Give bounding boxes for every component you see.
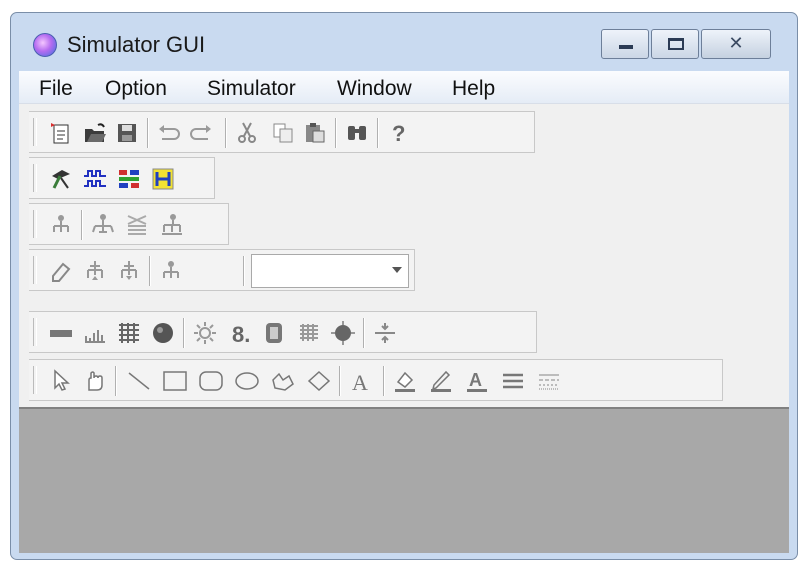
rectangle-icon[interactable] bbox=[161, 367, 189, 395]
maximize-icon bbox=[668, 38, 684, 50]
toolbar-separator bbox=[81, 210, 83, 240]
toolbar-separator bbox=[363, 318, 365, 348]
svg-text:A: A bbox=[352, 370, 368, 394]
toolbar-separator bbox=[383, 366, 385, 396]
digit-icon[interactable]: 8. bbox=[227, 319, 255, 347]
tree-collapse-icon[interactable] bbox=[123, 211, 151, 239]
line-color-icon[interactable] bbox=[427, 367, 455, 395]
open-folder-icon[interactable] bbox=[81, 119, 109, 147]
svg-text:A: A bbox=[469, 370, 482, 390]
move-down-icon[interactable] bbox=[115, 257, 143, 285]
chevron-down-icon[interactable] bbox=[392, 267, 402, 273]
toolbar-grip[interactable] bbox=[33, 318, 37, 346]
simulator-run-icon[interactable] bbox=[47, 165, 75, 193]
close-icon: ✕ bbox=[728, 33, 744, 53]
tree-root-icon[interactable] bbox=[47, 211, 75, 239]
hand-icon[interactable] bbox=[81, 367, 109, 395]
view-toolbar: 8. bbox=[29, 311, 537, 353]
rounded-rectangle-icon[interactable] bbox=[197, 367, 225, 395]
toolbar-separator bbox=[225, 118, 227, 148]
menu-window[interactable]: Window bbox=[337, 77, 412, 101]
font-color-icon[interactable]: A bbox=[463, 367, 491, 395]
toolbar-separator bbox=[147, 118, 149, 148]
sun-icon[interactable] bbox=[191, 319, 219, 347]
toolbar-grip[interactable] bbox=[33, 164, 37, 192]
copy-icon[interactable] bbox=[269, 119, 297, 147]
menu-option[interactable]: Option bbox=[105, 77, 167, 101]
new-file-icon[interactable] bbox=[47, 119, 75, 147]
fill-color-icon[interactable] bbox=[391, 367, 419, 395]
waveform-icon[interactable] bbox=[81, 165, 109, 193]
simulator-toolbar bbox=[29, 157, 215, 199]
draw-toolbar: A A bbox=[29, 359, 723, 401]
toolbar-separator bbox=[339, 366, 341, 396]
line-weight-icon[interactable] bbox=[499, 367, 527, 395]
toolbar-separator bbox=[377, 118, 379, 148]
redo-icon[interactable] bbox=[187, 119, 215, 147]
toolbar-separator bbox=[115, 366, 117, 396]
cut-icon[interactable] bbox=[233, 119, 261, 147]
find-icon[interactable] bbox=[343, 119, 371, 147]
node-select-dropdown[interactable] bbox=[251, 254, 409, 288]
window-title: Simulator GUI bbox=[67, 32, 206, 57]
toolbar-grip[interactable] bbox=[33, 366, 37, 394]
toolbar-grip[interactable] bbox=[33, 118, 37, 146]
minimize-button[interactable] bbox=[601, 29, 649, 59]
client-area: File Option Simulator Window Help ? 8. A… bbox=[19, 71, 789, 553]
bar-icon[interactable] bbox=[47, 319, 75, 347]
pattern-icon[interactable] bbox=[261, 319, 289, 347]
line-style-icon[interactable] bbox=[535, 367, 563, 395]
tree-toolbar bbox=[29, 203, 229, 245]
toolbar-separator bbox=[183, 318, 185, 348]
star-icon[interactable] bbox=[329, 319, 357, 347]
save-icon[interactable] bbox=[113, 119, 141, 147]
toolbar-separator bbox=[335, 118, 337, 148]
toolbar-separator bbox=[149, 256, 151, 286]
toolbar-grip[interactable] bbox=[33, 210, 37, 238]
freeform-icon[interactable] bbox=[269, 367, 297, 395]
tree-node-icon[interactable] bbox=[157, 257, 185, 285]
toolbar-grip[interactable] bbox=[33, 256, 37, 284]
line-icon[interactable] bbox=[125, 367, 153, 395]
svg-text:?: ? bbox=[392, 121, 405, 146]
schematic-icon[interactable] bbox=[115, 165, 143, 193]
workspace-canvas[interactable] bbox=[19, 407, 789, 553]
tree-expand-icon[interactable] bbox=[89, 211, 117, 239]
close-button[interactable]: ✕ bbox=[701, 29, 771, 59]
text-icon[interactable]: A bbox=[347, 367, 375, 395]
polygon-icon[interactable] bbox=[305, 367, 333, 395]
chart-icon[interactable] bbox=[81, 319, 109, 347]
toolbar-separator bbox=[243, 256, 245, 286]
circle-icon[interactable] bbox=[149, 319, 177, 347]
matrix-icon[interactable] bbox=[295, 319, 323, 347]
menu-simulator[interactable]: Simulator bbox=[207, 77, 296, 101]
eraser-icon[interactable] bbox=[47, 257, 75, 285]
ellipse-icon[interactable] bbox=[233, 367, 261, 395]
select-arrow-icon[interactable] bbox=[47, 367, 75, 395]
minimize-icon bbox=[619, 45, 633, 49]
standard-toolbar: ? bbox=[29, 111, 535, 153]
tree-merge-icon[interactable] bbox=[157, 211, 185, 239]
paste-icon[interactable] bbox=[301, 119, 329, 147]
bracket-icon[interactable] bbox=[149, 165, 177, 193]
menu-help[interactable]: Help bbox=[452, 77, 495, 101]
svg-text:8.: 8. bbox=[232, 322, 250, 346]
menu-file[interactable]: File bbox=[39, 77, 73, 101]
maximize-button[interactable] bbox=[651, 29, 699, 59]
align-icon[interactable] bbox=[371, 319, 399, 347]
move-up-icon[interactable] bbox=[81, 257, 109, 285]
title-bar[interactable]: Simulator GUI ✕ bbox=[11, 13, 797, 71]
undo-icon[interactable] bbox=[155, 119, 183, 147]
edit-toolbar bbox=[29, 249, 415, 291]
app-icon bbox=[33, 33, 57, 57]
app-window: Simulator GUI ✕ File Option Simulator Wi… bbox=[10, 12, 798, 560]
grid-icon[interactable] bbox=[115, 319, 143, 347]
menu-bar: File Option Simulator Window Help bbox=[19, 71, 789, 104]
help-icon[interactable]: ? bbox=[385, 119, 413, 147]
